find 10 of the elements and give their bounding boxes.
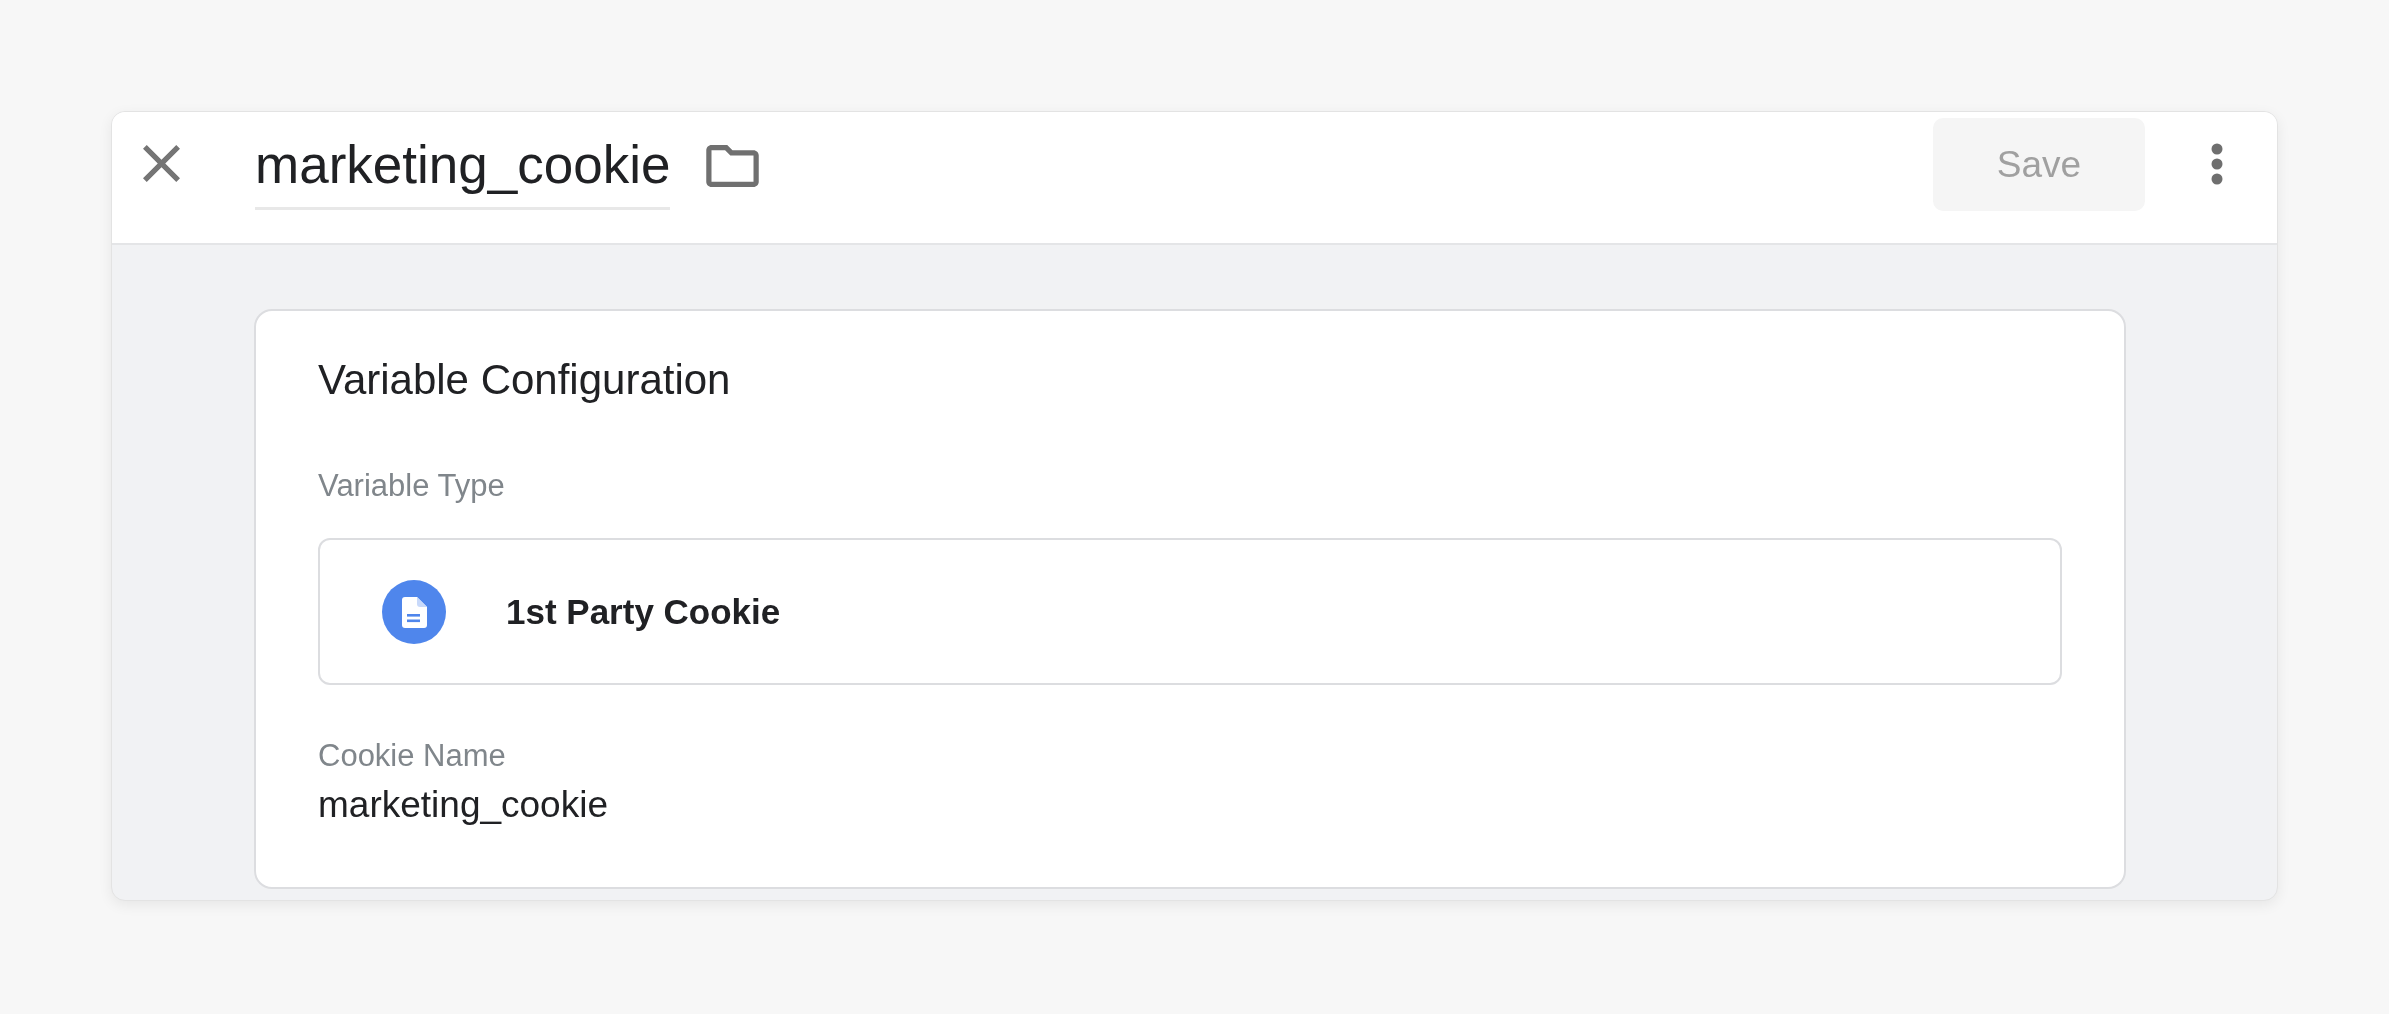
card-title: Variable Configuration <box>318 355 732 405</box>
cookie-name-value: marketing_cookie <box>318 783 609 827</box>
folder-icon[interactable] <box>706 144 760 187</box>
more-menu-icon[interactable] <box>2211 142 2223 185</box>
title-field[interactable]: marketing_cookie <box>255 135 671 210</box>
cookie-name-label: Cookie Name <box>318 738 507 774</box>
document-icon <box>382 579 446 644</box>
close-icon[interactable] <box>143 145 180 182</box>
variable-type-label: Variable Type <box>318 468 506 504</box>
variable-type-selector[interactable]: 1st Party Cookie <box>318 538 2062 685</box>
